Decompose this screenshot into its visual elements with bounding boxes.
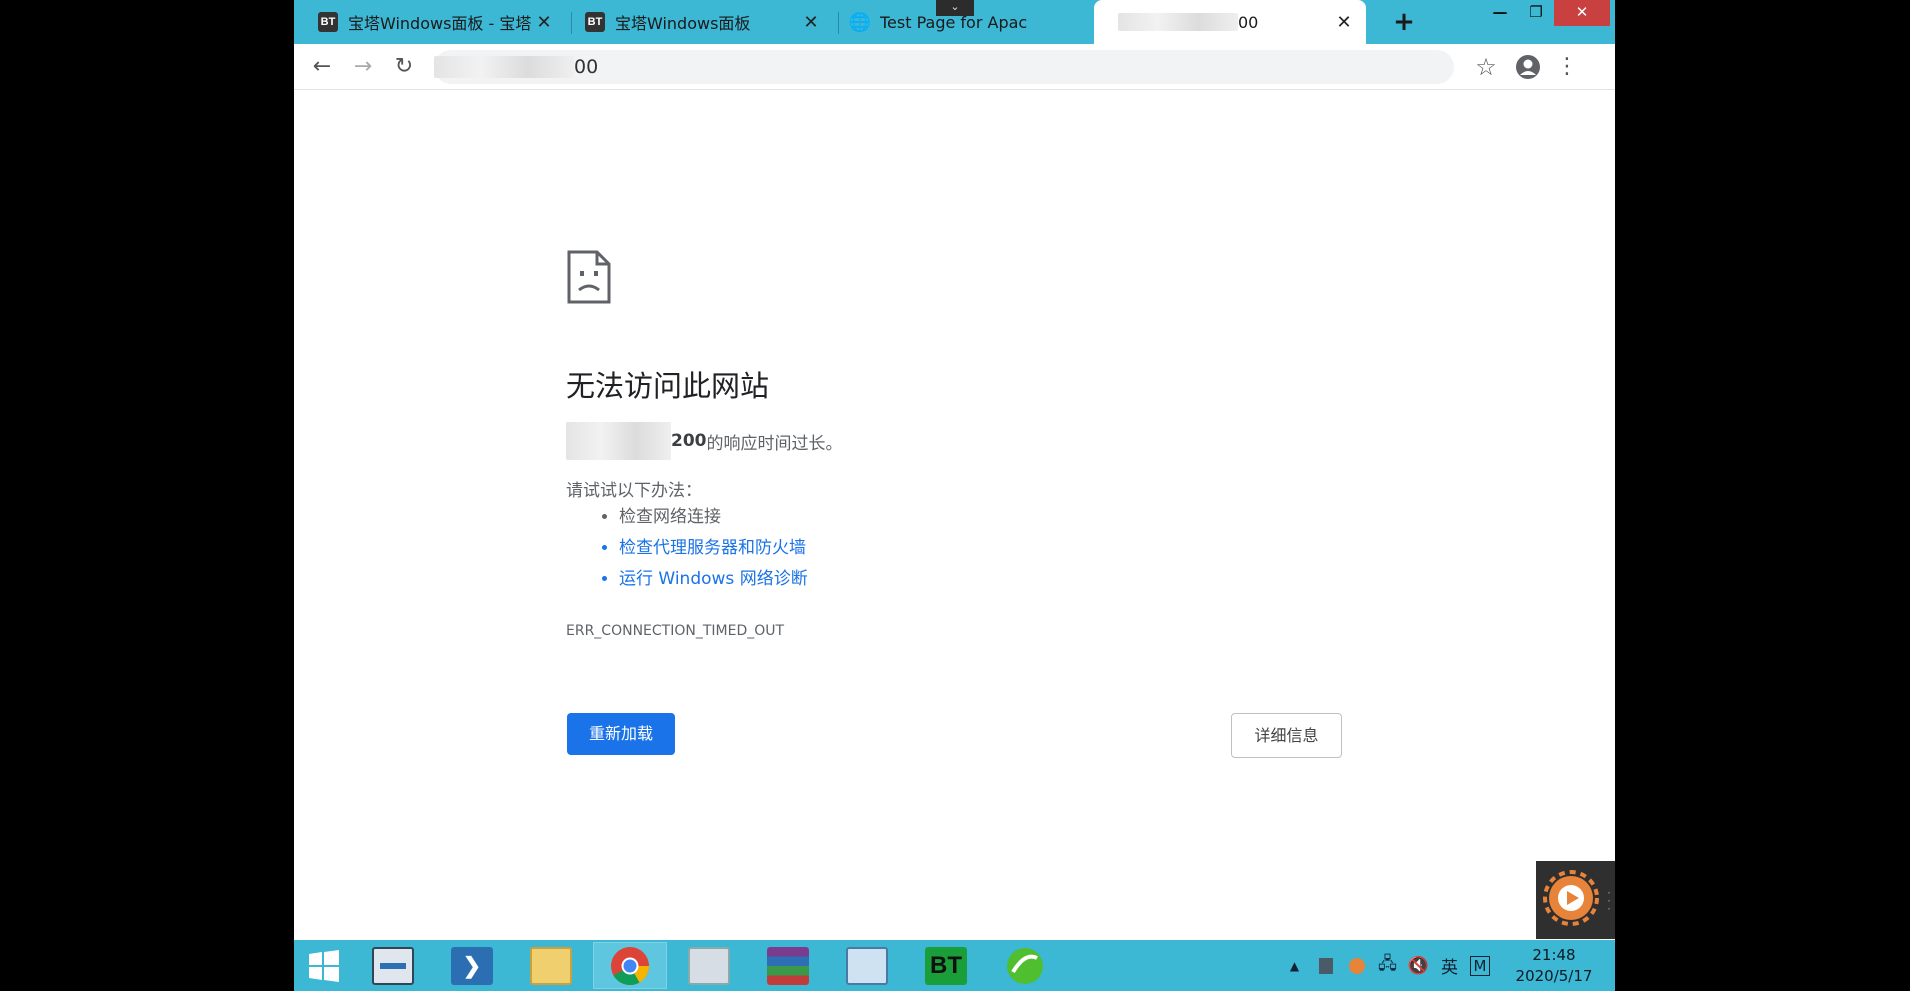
suggestion-check-proxy-link[interactable]: 检查代理服务器和防火墙	[619, 533, 808, 564]
clock[interactable]: 21:48 2020/5/17	[1509, 945, 1599, 987]
address-bar[interactable]: 00	[434, 50, 1454, 84]
taskbar-control-panel[interactable]	[830, 942, 904, 989]
control-panel-icon	[846, 946, 888, 985]
details-button[interactable]: 详细信息	[1231, 713, 1342, 758]
volume-muted-icon[interactable]: 🔇	[1403, 956, 1434, 976]
tray-recorder-icon[interactable]	[1341, 956, 1372, 976]
tray-expand-icon[interactable]: ▲	[1279, 959, 1310, 973]
browser-toolbar: ← → ↻ 00 ☆ ⋮	[294, 44, 1615, 90]
start-icon	[309, 949, 339, 982]
start-button[interactable]	[294, 942, 354, 989]
close-window-button[interactable]: ✕	[1554, 0, 1610, 26]
taskbar-file-explorer[interactable]	[514, 942, 588, 989]
taskbar: ❯ BT ▲ 🖧 🔇 英 M 21:48 2020/5/17	[294, 940, 1615, 991]
profile-avatar-icon[interactable]	[1514, 53, 1542, 81]
try-label: 请试试以下办法：	[566, 481, 702, 501]
taskbar-green-app[interactable]	[988, 942, 1062, 989]
forward-button[interactable]: →	[349, 53, 377, 81]
recorder-handle-icon[interactable]: · · ·	[1607, 887, 1611, 915]
taskbar-photo-viewer[interactable]	[672, 942, 746, 989]
back-button[interactable]: ←	[308, 53, 336, 81]
ime-indicator[interactable]: 英	[1434, 953, 1465, 978]
host-message: 的响应时间过长。	[706, 433, 843, 454]
tab-close-icon[interactable]: ✕	[1334, 12, 1354, 33]
error-host-line: 200 的响应时间过长。	[566, 422, 843, 460]
powershell-icon: ❯	[451, 946, 493, 985]
winrar-icon	[767, 946, 809, 985]
clock-date: 2020/5/17	[1515, 967, 1593, 985]
taskbar-winrar[interactable]	[751, 942, 825, 989]
redacted-address	[434, 56, 574, 78]
reload-button[interactable]: 重新加载	[567, 713, 675, 755]
address-text: 00	[574, 56, 599, 78]
bt-favicon-icon: BT	[318, 12, 338, 32]
error-title: 无法访问此网站	[566, 369, 770, 403]
file-explorer-icon	[530, 946, 572, 985]
bt-favicon-icon: BT	[585, 12, 605, 32]
host-suffix: 200	[671, 431, 707, 451]
desktop-screen: BT 宝塔Windows面板 - 宝塔 ✕ BT 宝塔Windows面板 ✕ 🌐…	[294, 0, 1615, 991]
tab-title: Test Page for Apac	[880, 12, 1028, 32]
suggestion-check-network: 检查网络连接	[619, 502, 808, 533]
globe-icon: 🌐	[848, 11, 872, 32]
bookmark-star-icon[interactable]: ☆	[1472, 53, 1500, 81]
system-tray: ▲ 🖧 🔇 英 M	[1279, 940, 1495, 991]
tab-close-icon[interactable]: ✕	[534, 12, 554, 33]
recorder-icon	[1543, 870, 1599, 926]
tab-bt-panel-2[interactable]: BT 宝塔Windows面板 ✕	[561, 0, 833, 44]
reload-icon-button[interactable]: ↻	[390, 53, 418, 81]
menu-icon[interactable]: ⋮	[1553, 53, 1581, 81]
taskbar-chrome[interactable]	[593, 942, 667, 989]
network-icon[interactable]: 🖧	[1372, 951, 1403, 980]
tray-app-icon[interactable]	[1310, 956, 1341, 976]
chrome-icon	[611, 946, 650, 985]
error-code: ERR_CONNECTION_TIMED_OUT	[566, 623, 785, 639]
tab-active[interactable]: 00 ✕	[1094, 0, 1366, 44]
tab-title: 00	[1238, 12, 1259, 32]
bt-panel-icon: BT	[925, 946, 967, 985]
tab-title: 宝塔Windows面板	[615, 14, 751, 33]
redacted-title	[1118, 13, 1238, 31]
photo-viewer-icon	[688, 946, 730, 985]
taskbar-powershell[interactable]: ❯	[435, 942, 509, 989]
minimize-button[interactable]: —	[1482, 0, 1518, 26]
suggestion-run-diagnostics-link[interactable]: 运行 Windows 网络诊断	[619, 564, 808, 595]
new-tab-button[interactable]: +	[1388, 6, 1420, 38]
green-app-icon	[1007, 947, 1043, 984]
tab-strip: BT 宝塔Windows面板 - 宝塔 ✕ BT 宝塔Windows面板 ✕ 🌐…	[294, 0, 1615, 44]
tab-close-icon[interactable]: ✕	[801, 12, 821, 33]
taskbar-bt-panel[interactable]: BT	[909, 942, 983, 989]
suggestion-list: 检查网络连接 检查代理服务器和防火墙 运行 Windows 网络诊断	[619, 502, 808, 595]
server-manager-icon	[372, 946, 414, 985]
error-page: 无法访问此网站 200 的响应时间过长。 请试试以下办法： 检查网络连接 检查代…	[294, 91, 1615, 940]
tab-search-button[interactable]: ⌄	[936, 0, 974, 16]
restore-button[interactable]: ❐	[1518, 0, 1554, 26]
redacted-host	[566, 422, 671, 460]
tab-title: 宝塔Windows面板 - 宝塔	[348, 14, 532, 33]
sad-document-icon	[567, 250, 611, 304]
tab-bt-panel-1[interactable]: BT 宝塔Windows面板 - 宝塔 ✕	[294, 0, 566, 44]
clock-time: 21:48	[1532, 946, 1576, 964]
ime-mode-icon[interactable]: M	[1470, 955, 1490, 976]
screen-recorder-widget[interactable]: · · ·	[1536, 861, 1615, 939]
taskbar-server-manager[interactable]	[356, 942, 430, 989]
